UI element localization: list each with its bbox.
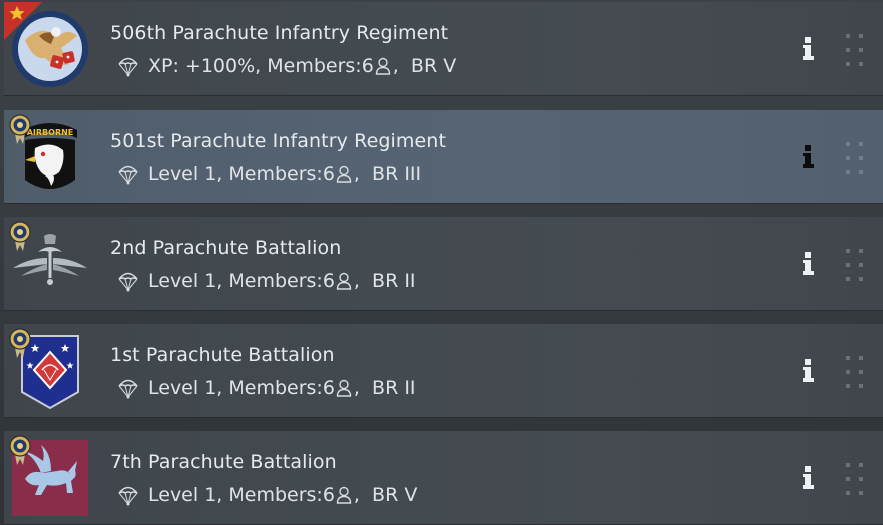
- person-icon: [336, 272, 352, 290]
- separator: ,: [216, 270, 229, 292]
- medal-badge-icon: [9, 114, 31, 144]
- regiment-title: 7th Parachute Battalion: [110, 451, 337, 473]
- person-icon: [336, 379, 352, 397]
- battle-rating: BR V: [372, 484, 418, 506]
- drag-handle-icon[interactable]: [842, 461, 868, 497]
- person-icon: [375, 57, 390, 75]
- regiment-meta: XP: +100%, Members: 6 , BR V: [118, 55, 456, 77]
- svg-text:AIRBORNE: AIRBORNE: [27, 128, 74, 137]
- members-count: 6: [322, 163, 335, 185]
- separator: ,: [353, 270, 373, 292]
- drag-handle-icon[interactable]: [842, 247, 868, 283]
- parachute-icon: [118, 165, 138, 185]
- regiment-stat: Level 1: [148, 484, 217, 506]
- parachute-icon: [118, 57, 138, 77]
- medal-badge-icon: [9, 435, 31, 465]
- regiment-stat: Level 1: [148, 270, 217, 292]
- separator: ,: [216, 484, 229, 506]
- regiment-list: 506th Parachute Infantry Regiment XP: +1…: [0, 0, 883, 525]
- separator: ,: [216, 377, 229, 399]
- regiment-row[interactable]: 506th Parachute Infantry Regiment XP: +1…: [4, 2, 883, 96]
- members-count: 6: [322, 484, 335, 506]
- regiment-row[interactable]: 1st Parachute Battalion Level 1, Members…: [4, 324, 883, 418]
- info-icon[interactable]: [802, 358, 816, 384]
- regiment-meta: Level 1, Members: 6 , BR II: [118, 270, 416, 292]
- battle-rating: BR V: [410, 55, 457, 77]
- separator: ,: [353, 484, 373, 506]
- medal-badge-icon: [9, 328, 31, 358]
- separator: ,: [255, 55, 268, 77]
- regiment-meta: Level 1, Members: 6 , BR II: [118, 377, 416, 399]
- drag-handle-icon[interactable]: [842, 354, 868, 390]
- person-icon: [336, 486, 352, 504]
- person-icon: [336, 165, 352, 183]
- parachute-icon: [118, 379, 138, 399]
- medal-badge-icon: [9, 221, 31, 251]
- regiment-stat: XP: +100%: [148, 55, 256, 77]
- regiment-title: 1st Parachute Battalion: [110, 344, 335, 366]
- info-icon[interactable]: [802, 144, 816, 170]
- battle-rating: BR III: [372, 163, 422, 185]
- regiment-row[interactable]: 2nd Parachute Battalion Level 1, Members…: [4, 217, 883, 311]
- members-label: Members:: [228, 484, 323, 506]
- red-star-flag-icon: [4, 2, 42, 40]
- regiment-meta: Level 1, Members: 6 , BR III: [118, 163, 421, 185]
- info-icon[interactable]: [802, 251, 816, 277]
- regiment-row-selected[interactable]: AIRBORNE 501st Parachute Infantry Regime…: [4, 110, 883, 204]
- drag-handle-icon[interactable]: [842, 140, 868, 176]
- members-label: Members:: [228, 270, 323, 292]
- regiment-row[interactable]: 7th Parachute Battalion Level 1, Members…: [4, 431, 883, 525]
- members-label: Members:: [267, 55, 362, 77]
- regiment-title: 506th Parachute Infantry Regiment: [110, 22, 449, 44]
- members-count: 6: [322, 377, 335, 399]
- regiment-meta: Level 1, Members: 6 , BR V: [118, 484, 417, 506]
- drag-handle-icon[interactable]: [842, 32, 868, 68]
- battle-rating: BR II: [372, 270, 416, 292]
- members-count: 6: [322, 270, 335, 292]
- members-label: Members:: [228, 163, 323, 185]
- regiment-stat: Level 1: [148, 163, 217, 185]
- parachute-icon: [118, 486, 138, 506]
- members-label: Members:: [228, 377, 323, 399]
- separator: ,: [353, 377, 373, 399]
- separator: ,: [216, 163, 229, 185]
- regiment-title: 2nd Parachute Battalion: [110, 237, 342, 259]
- regiment-title: 501st Parachute Infantry Regiment: [110, 130, 446, 152]
- separator: ,: [392, 55, 411, 77]
- info-icon[interactable]: [802, 465, 816, 491]
- battle-rating: BR II: [372, 377, 416, 399]
- info-icon[interactable]: [802, 36, 816, 62]
- members-count: 6: [361, 55, 374, 77]
- parachute-icon: [118, 272, 138, 292]
- regiment-stat: Level 1: [148, 377, 217, 399]
- separator: ,: [353, 163, 373, 185]
